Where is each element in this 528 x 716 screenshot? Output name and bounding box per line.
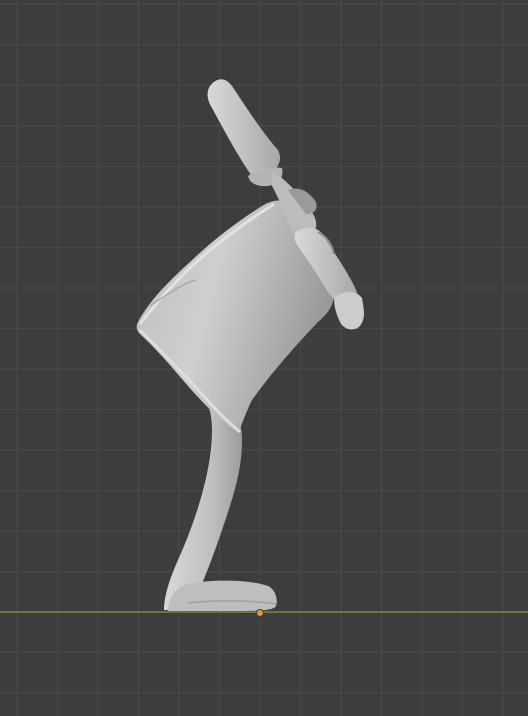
origin-marker[interactable]	[256, 609, 264, 617]
model-view	[0, 79, 528, 617]
3d-viewport[interactable]	[0, 0, 528, 716]
